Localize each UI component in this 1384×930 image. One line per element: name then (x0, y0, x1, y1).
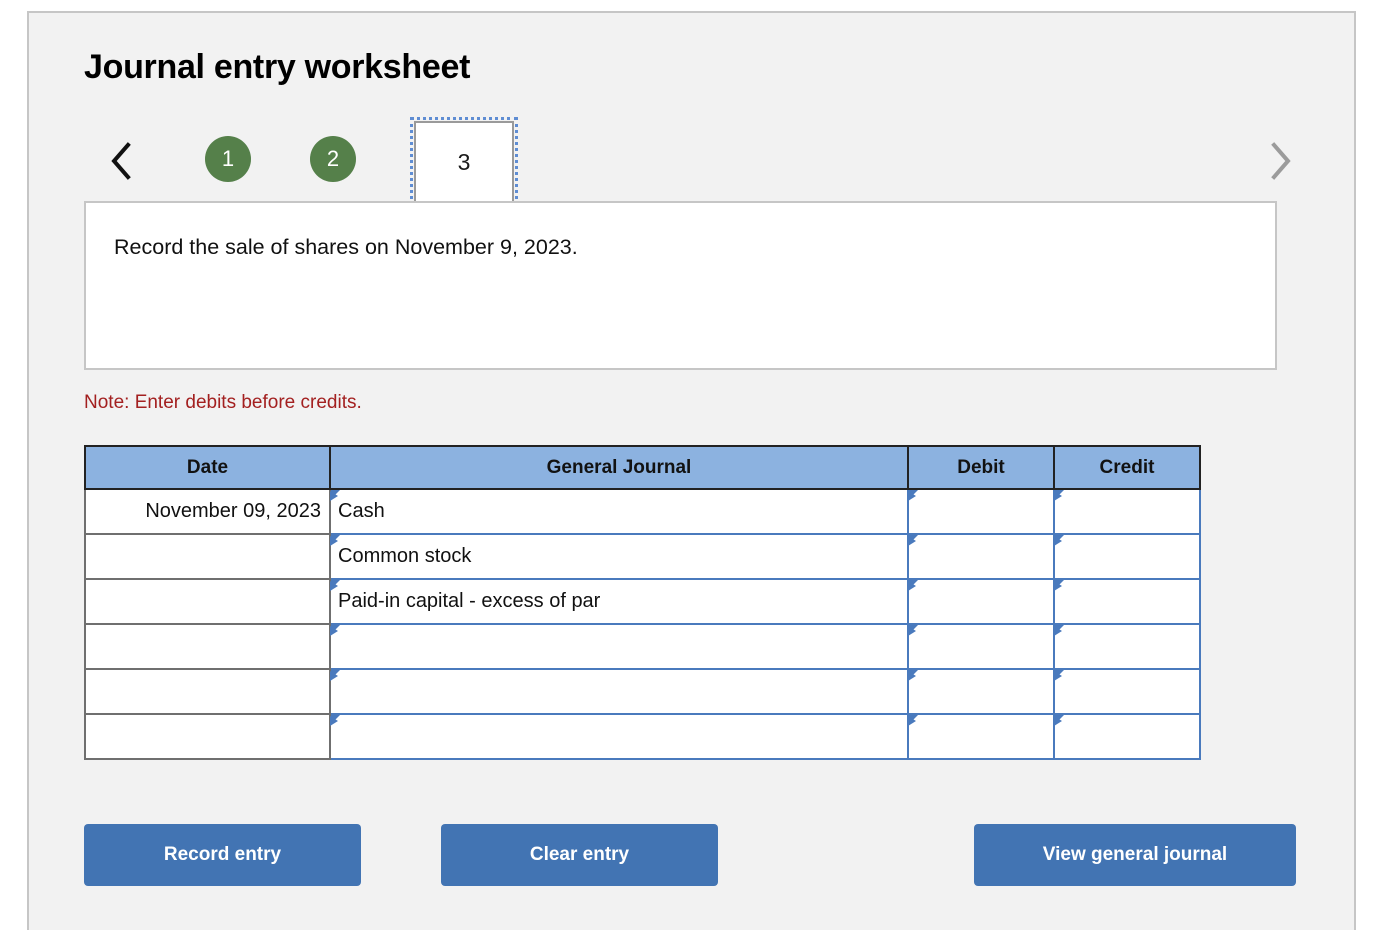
cell-marker-icon (330, 535, 340, 553)
cell-marker-icon (908, 535, 918, 553)
column-header-debit: Debit (907, 445, 1055, 490)
cell-marker-icon (330, 490, 340, 508)
worksheet-panel: Journal entry worksheet 1 2 3 Record the… (27, 11, 1356, 930)
cell-marker-icon (1054, 670, 1064, 688)
view-general-journal-button[interactable]: View general journal (974, 824, 1296, 886)
column-header-date: Date (84, 445, 331, 490)
column-header-general-journal: General Journal (329, 445, 909, 490)
cell-credit-2[interactable] (1053, 533, 1201, 580)
cell-debit-3[interactable] (907, 578, 1055, 625)
cell-marker-icon (1054, 490, 1064, 508)
table-row (84, 623, 1201, 670)
cell-credit-5[interactable] (1053, 668, 1201, 715)
cell-marker-icon (330, 670, 340, 688)
cell-credit-4[interactable] (1053, 623, 1201, 670)
cell-marker-icon (1054, 535, 1064, 553)
cell-marker-icon (908, 670, 918, 688)
table-row (84, 668, 1201, 715)
cell-debit-1[interactable] (907, 488, 1055, 535)
cell-debit-2[interactable] (907, 533, 1055, 580)
cell-marker-icon (330, 580, 340, 598)
cell-marker-icon (908, 625, 918, 643)
cell-marker-icon (908, 715, 918, 733)
tab-entry-1[interactable]: 1 (205, 136, 251, 182)
journal-entry-table: Date General Journal Debit Credit Novemb… (84, 445, 1201, 760)
journal-entry-tabstrip: 1 2 3 (74, 117, 1319, 205)
cell-debit-6[interactable] (907, 713, 1055, 760)
clear-entry-button[interactable]: Clear entry (441, 824, 718, 886)
cell-account-6[interactable] (329, 713, 909, 760)
cell-account-1[interactable]: Cash (329, 488, 909, 535)
table-row: Paid-in capital - excess of par (84, 578, 1201, 625)
cell-date-3[interactable] (84, 578, 331, 625)
entry-description-text: Record the sale of shares on November 9,… (114, 235, 578, 259)
tab-entry-2-label: 2 (326, 146, 340, 171)
cell-account-2[interactable]: Common stock (329, 533, 909, 580)
journal-table-header-row: Date General Journal Debit Credit (84, 445, 1201, 490)
cell-date-4[interactable] (84, 623, 331, 670)
cell-marker-icon (1054, 625, 1064, 643)
cell-debit-4[interactable] (907, 623, 1055, 670)
cell-account-3[interactable]: Paid-in capital - excess of par (329, 578, 909, 625)
cell-debit-5[interactable] (907, 668, 1055, 715)
tab-entry-2[interactable]: 2 (310, 136, 356, 182)
cell-account-4[interactable] (329, 623, 909, 670)
debits-before-credits-note: Note: Enter debits before credits. (84, 392, 362, 413)
next-entry-button[interactable] (1263, 138, 1297, 184)
table-row: November 09, 2023 Cash (84, 488, 1201, 535)
cell-account-5[interactable] (329, 668, 909, 715)
cell-marker-icon (1054, 715, 1064, 733)
column-header-credit: Credit (1053, 445, 1201, 490)
tab-entry-1-label: 1 (221, 146, 235, 171)
cell-credit-6[interactable] (1053, 713, 1201, 760)
page-title: Journal entry worksheet (84, 48, 471, 86)
entry-description-panel: Record the sale of shares on November 9,… (84, 201, 1277, 370)
tab-entry-3-label: 3 (457, 148, 471, 175)
cell-credit-3[interactable] (1053, 578, 1201, 625)
cell-date-2[interactable] (84, 533, 331, 580)
cell-marker-icon (330, 625, 340, 643)
cell-marker-icon (330, 715, 340, 733)
table-row: Common stock (84, 533, 1201, 580)
cell-date-5[interactable] (84, 668, 331, 715)
cell-marker-icon (908, 490, 918, 508)
cell-marker-icon (1054, 580, 1064, 598)
prev-entry-button[interactable] (104, 138, 138, 184)
chevron-left-icon (110, 142, 132, 180)
record-entry-button[interactable]: Record entry (84, 824, 361, 886)
tab-entry-3[interactable]: 3 (410, 117, 518, 205)
cell-date-1[interactable]: November 09, 2023 (84, 488, 331, 535)
cell-marker-icon (908, 580, 918, 598)
chevron-right-icon (1269, 142, 1291, 180)
cell-credit-1[interactable] (1053, 488, 1201, 535)
table-row (84, 713, 1201, 760)
cell-date-6[interactable] (84, 713, 331, 760)
